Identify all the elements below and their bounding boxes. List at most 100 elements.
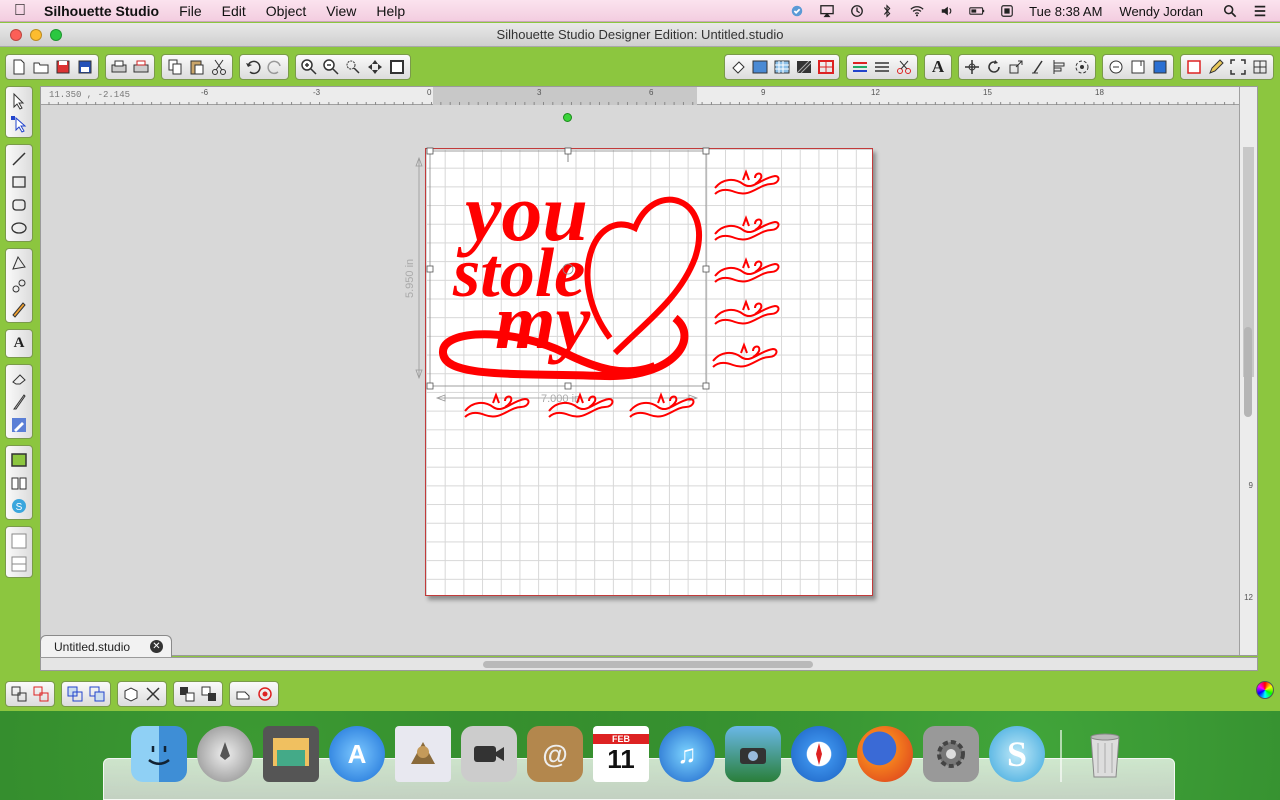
mail-icon[interactable] (394, 724, 452, 784)
print-cut-icon[interactable] (130, 56, 152, 78)
pan-icon[interactable] (364, 56, 386, 78)
zoom-out-icon[interactable] (320, 56, 342, 78)
clock[interactable]: Tue 8:38 AM (1022, 4, 1109, 19)
design-workspace[interactable]: 11.350 , -2.145 -6 -3 0 3 6 9 12 15 18 3… (40, 86, 1258, 656)
color-wheel-icon[interactable] (1256, 681, 1274, 699)
system-preferences-icon[interactable] (922, 724, 980, 784)
fit-page-icon[interactable] (386, 56, 408, 78)
menu-view[interactable]: View (316, 3, 366, 19)
volume-icon[interactable] (932, 4, 962, 18)
text-tool-icon[interactable]: A (6, 332, 32, 355)
menu-object[interactable]: Object (256, 3, 316, 19)
design-artwork[interactable]: you stole my (439, 167, 780, 418)
input-menu-icon[interactable] (992, 4, 1022, 18)
bring-forward-icon[interactable] (176, 683, 198, 705)
trash-icon[interactable] (1076, 724, 1134, 784)
close-tab-icon[interactable]: ✕ (150, 640, 163, 653)
target-icon[interactable] (254, 683, 276, 705)
cut-icon[interactable] (208, 56, 230, 78)
fullscreen-icon[interactable] (1227, 56, 1249, 78)
eyedropper-tool-icon[interactable] (6, 413, 32, 436)
contacts-icon[interactable]: @ (526, 724, 584, 784)
ellipse-tool-icon[interactable] (6, 216, 32, 239)
rectangle-tool-icon[interactable] (6, 170, 32, 193)
iphoto-icon[interactable] (724, 724, 782, 784)
open-icon[interactable] (30, 56, 52, 78)
notification-center-icon[interactable] (1245, 4, 1280, 18)
fill-color-icon[interactable] (727, 56, 749, 78)
group-icon[interactable] (8, 683, 30, 705)
send-backward-icon[interactable] (198, 683, 220, 705)
calendar-icon[interactable]: FEB 11 (592, 724, 650, 784)
zoom-in-icon[interactable] (298, 56, 320, 78)
cut-style-icon[interactable] (893, 56, 915, 78)
firefox-icon[interactable] (856, 724, 914, 784)
rounded-rectangle-tool-icon[interactable] (6, 193, 32, 216)
grid-icon[interactable] (1249, 56, 1271, 78)
undo-icon[interactable] (242, 56, 264, 78)
minimize-window-button[interactable] (30, 29, 42, 41)
document-tab[interactable]: Untitled.studio ✕ (40, 635, 172, 657)
horizontal-scrollbar[interactable] (40, 657, 1258, 671)
ungroup-icon[interactable] (30, 683, 52, 705)
app-store-icon[interactable]: A (328, 724, 386, 784)
app-menu[interactable]: Silhouette Studio (40, 3, 169, 19)
new-icon[interactable] (8, 56, 30, 78)
design-canvas[interactable]: 5.950 in 7.000 in you stole my (404, 147, 885, 608)
freehand-tool-icon[interactable] (6, 297, 32, 320)
shapes-icon[interactable] (232, 683, 254, 705)
single-panel-icon[interactable] (6, 529, 32, 552)
shear-icon[interactable] (1027, 56, 1049, 78)
cut-settings-icon[interactable] (1149, 56, 1171, 78)
silhouette-store-icon[interactable]: S (6, 494, 32, 517)
sync-status-icon[interactable] (782, 4, 812, 18)
close-window-button[interactable] (10, 29, 22, 41)
menu-file[interactable]: File (169, 3, 212, 19)
horizontal-scroll-thumb[interactable] (483, 661, 813, 668)
facetime-icon[interactable] (460, 724, 518, 784)
fill-pattern-icon[interactable] (771, 56, 793, 78)
cut-line-icon[interactable] (815, 56, 837, 78)
scale-icon[interactable] (1005, 56, 1027, 78)
page-view-icon[interactable] (1183, 56, 1205, 78)
cube-icon[interactable] (120, 683, 142, 705)
spotlight-icon[interactable] (1215, 4, 1245, 18)
airplay-icon[interactable] (812, 4, 842, 18)
page-setup-icon[interactable] (1105, 56, 1127, 78)
line-pattern-icon[interactable] (793, 56, 815, 78)
launchpad-icon[interactable] (196, 724, 254, 784)
copy-icon[interactable] (164, 56, 186, 78)
delete-icon[interactable] (142, 683, 164, 705)
select-tool-icon[interactable] (6, 89, 32, 112)
line-tool-icon[interactable] (6, 147, 32, 170)
line-style-icon[interactable] (871, 56, 893, 78)
save-to-library-icon[interactable] (74, 56, 96, 78)
user-name[interactable]: Wendy Jordan (1109, 4, 1215, 19)
polygon-tool-icon[interactable] (6, 251, 32, 274)
line-color-icon[interactable] (849, 56, 871, 78)
vertical-scroll-thumb[interactable] (1244, 327, 1252, 417)
apple-menu-icon[interactable]:  (0, 2, 40, 20)
menu-help[interactable]: Help (366, 3, 415, 19)
menu-edit[interactable]: Edit (212, 3, 256, 19)
split-panel-icon[interactable] (6, 552, 32, 575)
sketch-pen-icon[interactable] (1205, 56, 1227, 78)
safari-icon[interactable] (790, 724, 848, 784)
redo-icon[interactable] (264, 56, 286, 78)
bluetooth-icon[interactable] (872, 4, 902, 18)
paste-icon[interactable] (186, 56, 208, 78)
text-style-icon[interactable]: A (927, 56, 949, 78)
fill-gradient-icon[interactable] (749, 56, 771, 78)
time-machine-icon[interactable] (842, 4, 872, 18)
library-icon[interactable] (6, 471, 32, 494)
rotate-icon[interactable] (983, 56, 1005, 78)
align-icon[interactable] (1049, 56, 1071, 78)
silhouette-studio-icon[interactable]: S (988, 724, 1046, 784)
finder-icon[interactable] (130, 724, 188, 784)
release-compound-path-icon[interactable] (86, 683, 108, 705)
zoom-window-button[interactable] (50, 29, 62, 41)
print-icon[interactable] (108, 56, 130, 78)
wifi-icon[interactable] (902, 4, 932, 18)
transform-icon[interactable] (961, 56, 983, 78)
battery-icon[interactable] (962, 4, 992, 18)
